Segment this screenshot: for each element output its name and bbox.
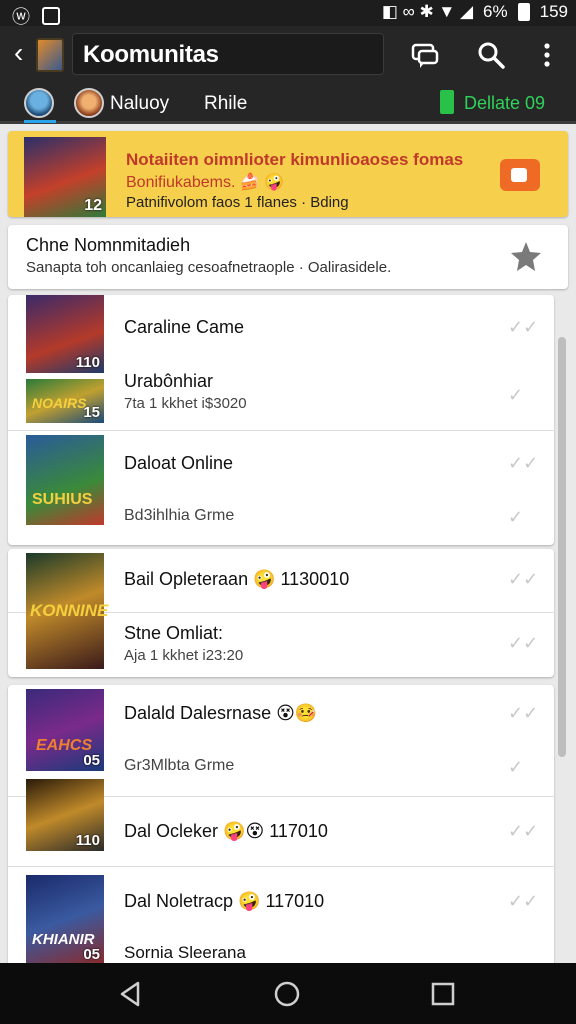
- game-thumbnail: 110: [26, 779, 104, 851]
- chat-list-card: Dalald Dalesrnase 😵🤒 ✓✓ Gr3Mlbta Grme ✓ …: [8, 685, 554, 963]
- promo-action-button[interactable]: [500, 159, 540, 191]
- list-item-title: Dalald Dalesrnase 😵🤒: [124, 703, 318, 723]
- list-item-title: Bd3ihlhia Grme: [124, 507, 235, 524]
- status-indicator: [440, 90, 454, 114]
- game-thumbnail: EAHCS 05: [26, 689, 104, 771]
- read-check-icon: ✓: [508, 507, 524, 527]
- feed[interactable]: 12 Notaiiten oimnlioter kimunlioaoses fo…: [0, 127, 576, 963]
- home-icon[interactable]: [272, 979, 302, 1009]
- battery-percent: 6%: [483, 2, 508, 21]
- list-item-title: Dal Ocleker 🤪😵 117010: [124, 821, 328, 841]
- recent-apps-icon[interactable]: [428, 979, 458, 1009]
- more-vert-icon[interactable]: [532, 40, 562, 70]
- list-item-title: Daloat Online: [124, 453, 234, 473]
- read-check-icon: ✓: [508, 757, 524, 777]
- signal-icons: ◧ ∞ ✱ ▼ ◢: [381, 2, 474, 21]
- image-icon: [42, 7, 60, 25]
- list-item-subtitle: Aja 1 kkhet i23:20: [124, 647, 244, 664]
- list-item[interactable]: SUHIUS Daloat Online ✓✓ Bd3ihlhia Grme ✓: [8, 431, 554, 545]
- notice-title: Chne Nomnmitadieh: [26, 235, 191, 255]
- system-nav-bar: [0, 963, 576, 1024]
- promo-subtitle: Bonifiukabems. 🍰 🤪: [126, 174, 285, 191]
- tab-indicator: [24, 120, 56, 123]
- chat-list-card: Bail Opleteraan 🤪 1130010 ✓✓ Stne Omliat…: [8, 549, 554, 677]
- list-item-title: Dal Noletracp 🤪 117010: [124, 891, 325, 911]
- back-icon[interactable]: [116, 979, 146, 1009]
- list-item[interactable]: 110 Caraline Came ✓✓ NOAIRS 15 Urabônhia…: [8, 295, 554, 431]
- tab-avatar-icon[interactable]: [74, 88, 104, 118]
- read-check-icon: ✓✓: [508, 703, 539, 723]
- game-thumbnail: KHIANIR 05: [26, 875, 104, 963]
- tab-naluoy[interactable]: Naluoy: [110, 93, 169, 115]
- pin-icon[interactable]: [508, 239, 544, 275]
- scrollbar[interactable]: [558, 337, 566, 757]
- read-check-icon: ✓✓: [508, 633, 539, 653]
- promo-meta: Patnifivolom faos 1 flanes · Bding: [126, 194, 349, 211]
- game-thumbnail: NOAIRS 15: [26, 379, 104, 423]
- page-title: Koomunitas: [83, 41, 219, 68]
- community-avatar[interactable]: [36, 38, 64, 72]
- game-thumbnail: 110: [26, 295, 104, 373]
- chat-icon[interactable]: [410, 40, 440, 70]
- pinned-notice[interactable]: Chne Nomnmitadieh Sanapta toh oncanlaieg…: [8, 225, 568, 289]
- read-check-icon: ✓✓: [508, 317, 539, 337]
- notice-subtitle: Sanapta toh oncanlaieg cesoafnetraople ·…: [26, 259, 392, 276]
- app-bar: ‹ Koomunitas: [0, 26, 576, 84]
- list-item-title: Caraline Came: [124, 317, 245, 337]
- list-item-title: Sornia Sleerana: [124, 943, 246, 962]
- list-item-title: Bail Opleteraan 🤪 1130010: [124, 569, 350, 589]
- list-item-title: Stne Omliat:: [124, 623, 224, 643]
- status-bar: ⓦ ◧ ∞ ✱ ▼ ◢ 6% 159: [0, 0, 576, 27]
- promo-title: Notaiiten oimnlioter kimunlioaoses fomas: [126, 150, 464, 169]
- chat-list-card: 110 Caraline Came ✓✓ NOAIRS 15 Urabônhia…: [8, 295, 554, 545]
- list-item-title: Urabônhiar: [124, 371, 214, 391]
- game-thumbnail: SUHIUS: [26, 435, 104, 525]
- read-check-icon: ✓✓: [508, 453, 539, 473]
- tabs-row: Naluoy Rhile Dellate 09: [0, 84, 576, 124]
- back-arrow-icon[interactable]: ‹: [14, 38, 23, 68]
- list-item-subtitle: 7ta 1 kkhet i$3020: [124, 395, 247, 412]
- profile-avatar-icon[interactable]: [24, 88, 54, 118]
- read-check-icon: ✓: [508, 385, 524, 405]
- tab-rhile[interactable]: Rhile: [204, 93, 247, 115]
- read-check-icon: ✓✓: [508, 569, 539, 589]
- battery-icon: [517, 3, 530, 21]
- clock: 159: [539, 2, 568, 21]
- game-thumbnail: KONNINE: [26, 553, 108, 669]
- title-box[interactable]: Koomunitas: [72, 33, 384, 75]
- search-icon[interactable]: [476, 40, 506, 70]
- promo-thumbnail: 12: [24, 137, 106, 217]
- list-item-title: Gr3Mlbta Grme: [124, 757, 235, 774]
- read-check-icon: ✓✓: [508, 821, 539, 841]
- status-label[interactable]: Dellate 09: [464, 93, 545, 114]
- promo-banner[interactable]: 12 Notaiiten oimnlioter kimunlioaoses fo…: [8, 131, 568, 217]
- read-check-icon: ✓✓: [508, 891, 539, 911]
